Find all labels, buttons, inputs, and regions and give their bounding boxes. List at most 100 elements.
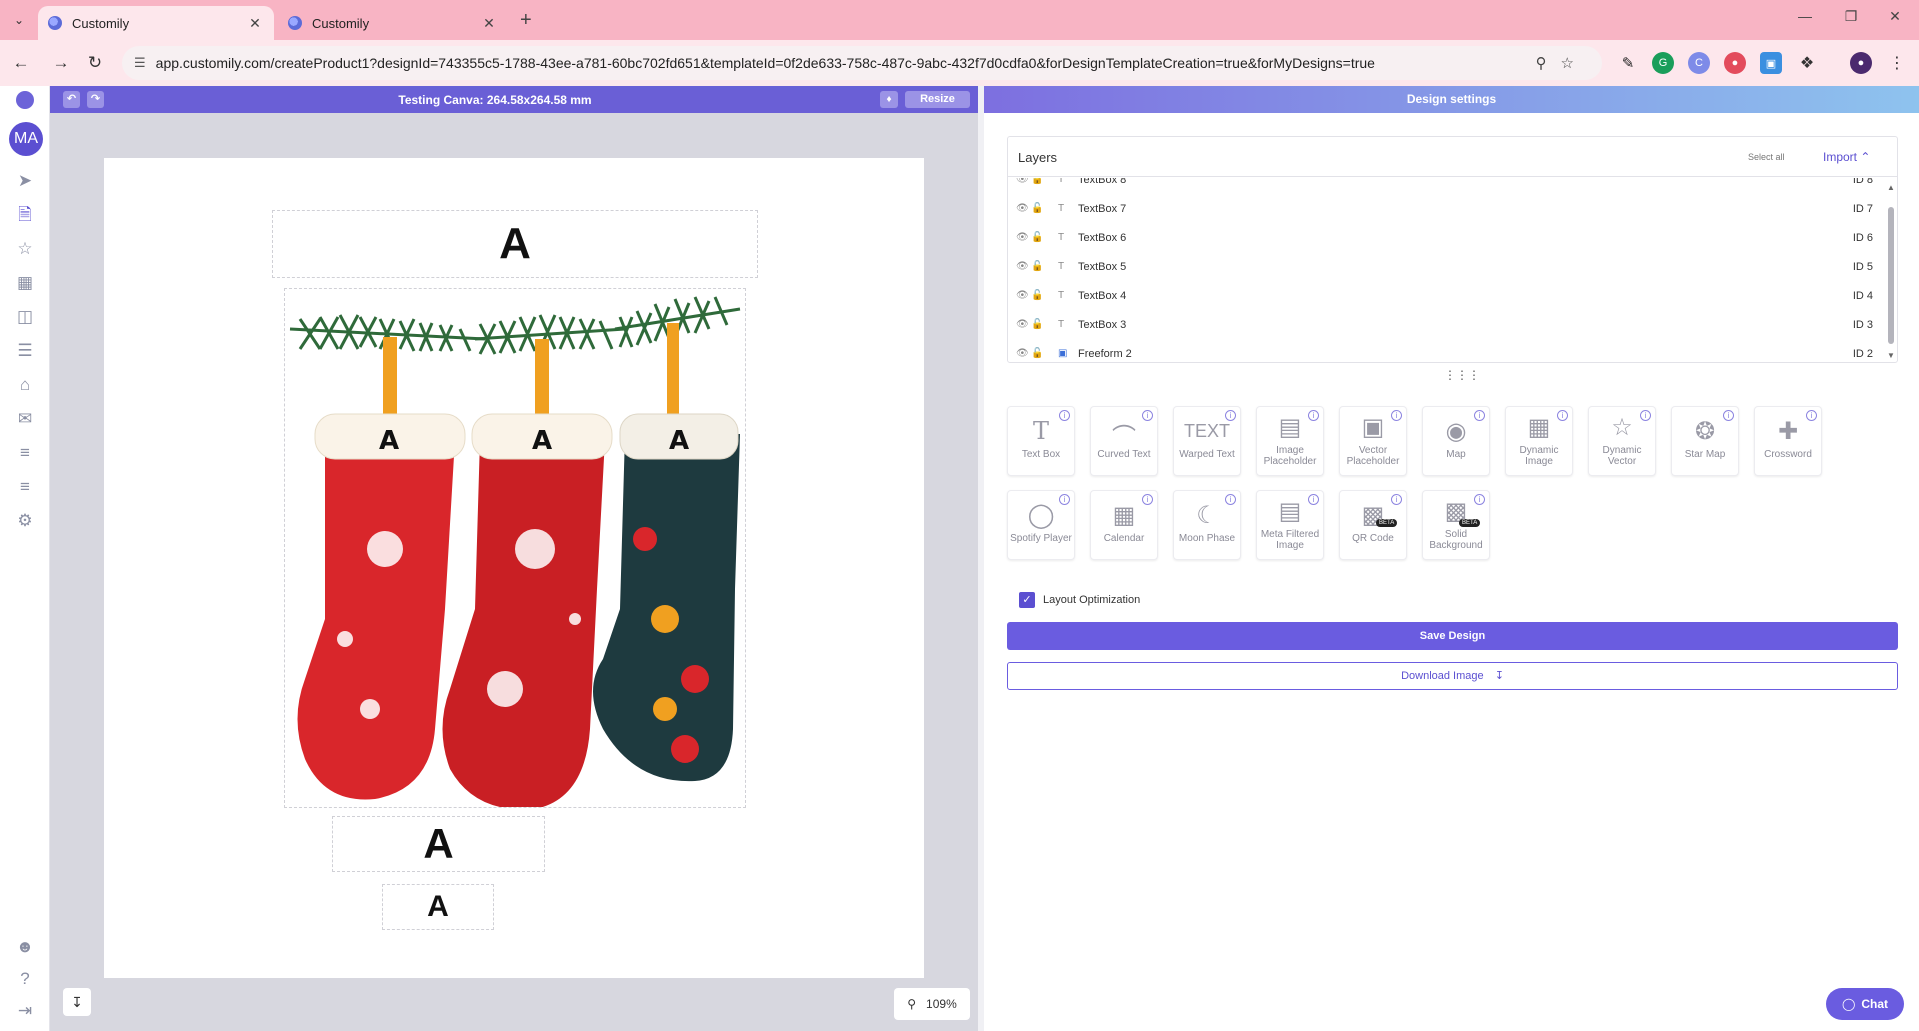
meta-filtered-image-tool[interactable]: i ▤ Meta Filtered Image [1256,490,1324,560]
import-button[interactable]: Import ⌃ [1823,150,1870,164]
layers-scrollbar[interactable]: ▲ ▼ [1886,179,1896,362]
lock-icon[interactable]: 🔓 [1031,261,1043,272]
rocket-icon[interactable]: ➤ [14,170,36,192]
textbox-top[interactable]: A [272,210,758,278]
text-box-tool[interactable]: i T Text Box [1007,406,1075,476]
spotify-player-tool[interactable]: i ◯ Spotify Player [1007,490,1075,560]
ordered-list-icon[interactable]: ≡ [14,476,36,498]
minimize-window-icon[interactable]: — [1782,8,1828,24]
close-tab-icon[interactable]: ✕ [246,15,264,32]
eye-icon[interactable]: 👁 [1016,290,1029,301]
book-icon[interactable]: ◫ [14,306,36,328]
url-omnibox[interactable]: ☰ app.customily.com/createProduct1?desig… [122,46,1602,80]
save-design-button[interactable]: Save Design [1007,622,1898,650]
eye-icon[interactable]: 👁 [1016,261,1029,272]
layer-row[interactable]: 👁 🔓 ▣ Freeform 2 ID 2 [1008,340,1883,363]
layer-row[interactable]: 👁 🔓 T TextBox 7 ID 7 [1008,195,1883,224]
restore-window-icon[interactable]: ❐ [1828,8,1874,25]
warped-text-tool[interactable]: i TEXT Warped Text [1173,406,1241,476]
zoom-control[interactable]: ⚲ 109% [894,988,970,1020]
new-tab-button[interactable]: + [520,9,532,32]
layer-row[interactable]: 👁 🔓 T TextBox 6 ID 6 [1008,224,1883,253]
layer-row[interactable]: 👁 🔓 T TextBox 8 ID 8 [1008,178,1883,195]
site-info-icon[interactable]: ☰ [134,55,146,71]
image-text-icon[interactable]: ▦ [14,272,36,294]
customily-extension-icon[interactable]: C [1688,52,1710,74]
eye-icon[interactable]: 👁 [1016,178,1029,185]
download-image-button[interactable]: Download Image ↧ [1007,662,1898,690]
tshirt-icon[interactable]: ☆ [14,238,36,260]
design-settings-panel: Design settings Layers Select all Import… [984,86,1919,1031]
tool-label-line1: Dynamic [1519,445,1559,456]
customily-logo-icon[interactable] [16,91,34,109]
browser-tab-active[interactable]: Customily ✕ [38,6,274,40]
image-placeholder-tool[interactable]: i ▤ Image Placeholder [1256,406,1324,476]
textbox-bottom[interactable]: A [382,884,494,930]
reload-icon[interactable]: ↻ [84,53,106,73]
chat-button[interactable]: ◯ Chat [1826,988,1904,1020]
browser-menu-icon[interactable]: ⋮ [1886,52,1908,74]
layer-row[interactable]: 👁 🔓 T TextBox 4 ID 4 [1008,282,1883,311]
inbox-icon[interactable]: ✉ [14,408,36,430]
forward-arrow-icon[interactable]: → [50,53,72,73]
lock-icon[interactable]: 🔓 [1031,319,1043,330]
profile-avatar-icon[interactable]: ● [1850,52,1872,74]
pen-extension-icon[interactable]: ✎ [1617,52,1639,74]
eye-icon[interactable]: 👁 [1016,232,1029,243]
layout-optimization-option[interactable]: ✓ Layout Optimization [1019,592,1140,608]
layer-row[interactable]: 👁 🔓 T TextBox 5 ID 5 [1008,253,1883,282]
freeform-image-frame[interactable]: A A A [284,288,746,808]
lock-icon[interactable]: 🔓 [1031,203,1043,214]
map-tool[interactable]: i ◉ Map [1422,406,1490,476]
extensions-puzzle-icon[interactable]: ❖ [1796,52,1818,74]
vector-placeholder-tool[interactable]: i ▣ Vector Placeholder [1339,406,1407,476]
scroll-thumb[interactable] [1888,207,1894,344]
eye-icon[interactable]: 👁 [1016,348,1029,359]
select-all-link[interactable]: Select all [1748,152,1785,162]
settings-gear-icon[interactable]: ⚙ [14,510,36,532]
dynamic-vector-tool[interactable]: i ☆ Dynamic Vector [1588,406,1656,476]
layer-row[interactable]: 👁 🔓 T TextBox 3 ID 3 [1008,311,1883,340]
download-canvas-icon[interactable]: ↧ [63,988,91,1016]
drag-grip-icon[interactable]: ⋮⋮⋮ [1444,368,1480,382]
document-icon[interactable]: 🗎 [14,204,36,226]
close-tab-icon[interactable]: ✕ [480,15,498,32]
bullet-list-icon[interactable]: ≡ [14,442,36,464]
zoom-and-bookmark-icons[interactable]: ⚲☆ [1536,54,1588,72]
moon-phase-tool[interactable]: i ☾ Moon Phase [1173,490,1241,560]
curved-text-tool[interactable]: i ⌒ Curved Text [1090,406,1158,476]
lock-icon[interactable]: 🔓 [1031,290,1043,301]
browser-tab-inactive[interactable]: Customily ✕ [278,6,508,40]
tag-icon[interactable]: ♦ [880,91,898,108]
lock-icon[interactable]: 🔓 [1031,348,1043,359]
red-extension-icon[interactable]: ● [1724,52,1746,74]
screen-extension-icon[interactable]: ▣ [1760,52,1782,74]
calendar-tool[interactable]: i ▦ Calendar [1090,490,1158,560]
close-window-icon[interactable]: ✕ [1872,8,1918,25]
logout-icon[interactable]: ⇥ [14,1000,36,1022]
users-settings-icon[interactable]: ☻ [14,936,36,958]
back-arrow-icon[interactable]: ← [10,53,32,73]
lock-icon[interactable]: 🔓 [1031,178,1043,185]
tab-search-chevron-icon[interactable]: ⌄ [8,9,30,31]
help-icon[interactable]: ? [14,968,36,990]
resize-button[interactable]: Resize [905,91,970,108]
grammarly-extension-icon[interactable]: G [1652,52,1674,74]
qr-code-tool[interactable]: i ▩ BETA QR Code [1339,490,1407,560]
eye-icon[interactable]: 👁 [1016,203,1029,214]
dynamic-image-tool[interactable]: i ▦ Dynamic Image [1505,406,1573,476]
eye-icon[interactable]: 👁 [1016,319,1029,330]
star-map-tool[interactable]: i ❂ Star Map [1671,406,1739,476]
layout-optimization-checkbox[interactable]: ✓ [1019,592,1035,608]
tool-label-line1: QR Code [1352,533,1394,544]
solid-background-tool[interactable]: i ▩ BETA Solid Background [1422,490,1490,560]
user-avatar[interactable]: MA [9,122,43,156]
list-icon[interactable]: ☰ [14,340,36,362]
textbox-middle[interactable]: A [332,816,545,872]
info-icon[interactable]: i [1225,410,1236,421]
crossword-tool[interactable]: i ✚ Crossword [1754,406,1822,476]
scroll-down-icon[interactable]: ▼ [1887,351,1895,360]
store-icon[interactable]: ⌂ [14,374,36,396]
scroll-up-icon[interactable]: ▲ [1887,183,1895,192]
lock-icon[interactable]: 🔓 [1031,232,1043,243]
